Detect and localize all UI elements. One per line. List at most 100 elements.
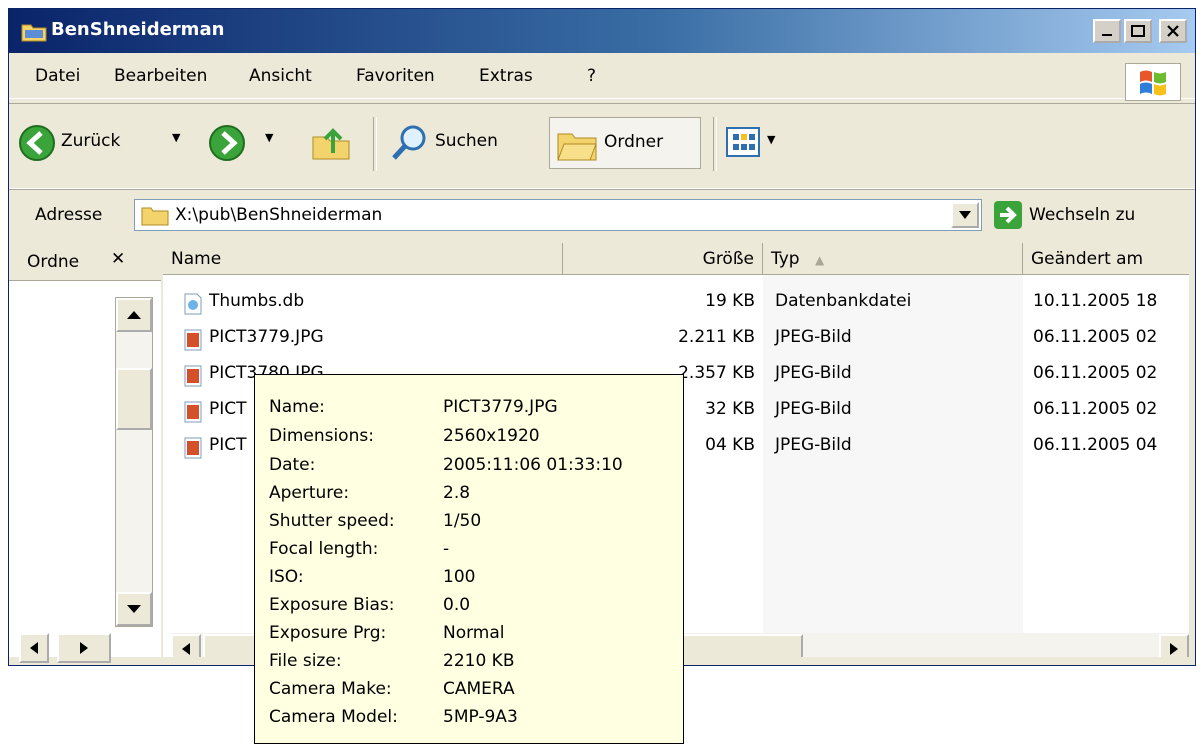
scroll-up-icon bbox=[127, 311, 141, 319]
close-pane-icon[interactable]: ✕ bbox=[111, 249, 125, 269]
scroll-left-button[interactable] bbox=[171, 634, 201, 657]
tooltip-key: Camera Model: bbox=[269, 707, 398, 727]
column-header-modified[interactable]: Geändert am bbox=[1023, 243, 1189, 275]
file-name: PICT bbox=[209, 435, 247, 455]
file-info-tooltip: Name: PICT3779.JPG Dimensions: 2560x1920… bbox=[254, 374, 684, 744]
menu-datei[interactable]: Datei bbox=[35, 66, 80, 86]
tooltip-value: 2210 KB bbox=[443, 651, 515, 671]
toolbar-separator bbox=[373, 117, 377, 171]
forward-button[interactable]: ▼ bbox=[207, 121, 287, 165]
views-button[interactable]: ▼ bbox=[725, 125, 795, 163]
tooltip-key: Exposure Bias: bbox=[269, 595, 395, 615]
go-label: Wechseln zu bbox=[1029, 205, 1136, 225]
tooltip-key: Aperture: bbox=[269, 483, 350, 503]
search-button[interactable]: Suchen bbox=[389, 121, 539, 165]
folder-icon bbox=[141, 207, 169, 226]
file-type: JPEG-Bild bbox=[775, 399, 852, 419]
column-header-name-label: Name bbox=[171, 249, 222, 269]
scroll-down-button[interactable] bbox=[116, 592, 152, 626]
table-row[interactable]: PICT3779.JPG 2.211 KB JPEG-Bild 06.11.20… bbox=[163, 321, 1189, 358]
maximize-button[interactable] bbox=[1124, 19, 1152, 43]
file-size: 2.357 KB bbox=[678, 363, 755, 383]
scroll-down-icon bbox=[127, 605, 141, 613]
file-size: 04 KB bbox=[705, 435, 755, 455]
views-icon bbox=[726, 127, 760, 157]
menu-ansicht[interactable]: Ansicht bbox=[249, 66, 312, 86]
views-dropdown-icon[interactable]: ▼ bbox=[767, 133, 775, 146]
title-bar[interactable]: BenShneiderman bbox=[9, 9, 1195, 53]
column-header-name[interactable]: Name bbox=[163, 243, 563, 275]
jpeg-file-icon bbox=[184, 365, 202, 387]
up-folder-button[interactable] bbox=[311, 123, 351, 163]
back-button[interactable]: Zurück ▼ bbox=[17, 121, 197, 165]
folders-pane-header: Ordne ✕ bbox=[9, 243, 161, 281]
file-size: 2.211 KB bbox=[678, 327, 755, 347]
back-dropdown-icon[interactable]: ▼ bbox=[172, 131, 180, 144]
file-size: 32 KB bbox=[705, 399, 755, 419]
file-type: JPEG-Bild bbox=[775, 327, 852, 347]
address-value: X:\pub\BenShneiderman bbox=[175, 205, 383, 225]
file-modified: 06.11.2005 02 bbox=[1033, 399, 1158, 419]
column-header-type[interactable]: Typ ▲ bbox=[763, 243, 1023, 275]
file-type: JPEG-Bild bbox=[775, 363, 852, 383]
table-row[interactable]: Thumbs.db 19 KB Datenbankdatei 10.11.200… bbox=[163, 285, 1189, 322]
address-dropdown-button[interactable] bbox=[951, 202, 979, 228]
tooltip-key: File size: bbox=[269, 651, 342, 671]
file-modified: 06.11.2005 04 bbox=[1033, 435, 1158, 455]
column-header-type-label: Typ bbox=[771, 249, 800, 269]
file-name: PICT bbox=[209, 399, 247, 419]
close-button[interactable] bbox=[1159, 19, 1187, 43]
maximize-icon bbox=[1131, 25, 1145, 37]
tooltip-key: ISO: bbox=[269, 567, 304, 587]
menu-help[interactable]: ? bbox=[587, 66, 596, 86]
scroll-thumb[interactable] bbox=[116, 368, 152, 430]
windows-logo bbox=[1125, 63, 1181, 101]
folders-icon bbox=[557, 133, 597, 161]
address-label: Adresse bbox=[35, 205, 103, 225]
folders-label: Ordner bbox=[604, 132, 664, 152]
menu-favoriten[interactable]: Favoriten bbox=[356, 66, 435, 86]
window-title: BenShneiderman bbox=[51, 19, 225, 40]
windows-flag-icon bbox=[1140, 70, 1166, 96]
address-field[interactable]: X:\pub\BenShneiderman bbox=[134, 199, 982, 231]
file-name: PICT3779.JPG bbox=[209, 327, 324, 347]
database-file-icon bbox=[184, 293, 202, 315]
tooltip-key: Name: bbox=[269, 397, 325, 417]
file-name: Thumbs.db bbox=[209, 291, 305, 311]
scroll-left-button[interactable] bbox=[19, 633, 49, 663]
search-label: Suchen bbox=[435, 131, 498, 151]
scroll-up-button[interactable] bbox=[116, 298, 152, 332]
go-arrow-icon bbox=[994, 201, 1022, 229]
go-button[interactable]: Wechseln zu bbox=[993, 199, 1183, 231]
folders-pane: Ordne ✕ bbox=[9, 243, 161, 663]
back-label: Zurück bbox=[61, 131, 121, 151]
forward-dropdown-icon[interactable]: ▼ bbox=[265, 131, 273, 144]
tooltip-value: 0.0 bbox=[443, 595, 471, 615]
tooltip-value: - bbox=[443, 539, 450, 559]
column-header-size[interactable]: Größe bbox=[563, 243, 763, 275]
folder-up-icon bbox=[312, 128, 350, 160]
tooltip-key: Shutter speed: bbox=[269, 511, 395, 531]
close-icon bbox=[1167, 25, 1179, 37]
jpeg-file-icon bbox=[184, 401, 202, 423]
jpeg-file-icon bbox=[184, 329, 202, 351]
tooltip-value: 2.8 bbox=[443, 483, 471, 503]
folders-button[interactable]: Ordner bbox=[549, 117, 701, 169]
menu-extras[interactable]: Extras bbox=[479, 66, 533, 86]
tooltip-key: Exposure Prg: bbox=[269, 623, 387, 643]
column-header-modified-label: Geändert am bbox=[1031, 249, 1144, 269]
tooltip-value: 100 bbox=[443, 567, 476, 587]
tooltip-key: Date: bbox=[269, 455, 316, 475]
scroll-right-button[interactable] bbox=[57, 633, 111, 663]
file-modified: 06.11.2005 02 bbox=[1033, 363, 1158, 383]
menu-bearbeiten[interactable]: Bearbeiten bbox=[114, 66, 207, 86]
minimize-button[interactable] bbox=[1093, 19, 1121, 43]
tooltip-value: 2005:11:06 01:33:10 bbox=[443, 455, 623, 475]
folders-pane-vertical-scrollbar[interactable] bbox=[115, 297, 153, 627]
tooltip-value: CAMERA bbox=[443, 679, 515, 699]
scroll-right-button[interactable] bbox=[1159, 634, 1189, 657]
file-modified: 10.11.2005 18 bbox=[1033, 291, 1158, 311]
file-type: Datenbankdatei bbox=[775, 291, 912, 311]
chevron-down-icon bbox=[959, 211, 971, 219]
search-icon bbox=[392, 125, 426, 160]
